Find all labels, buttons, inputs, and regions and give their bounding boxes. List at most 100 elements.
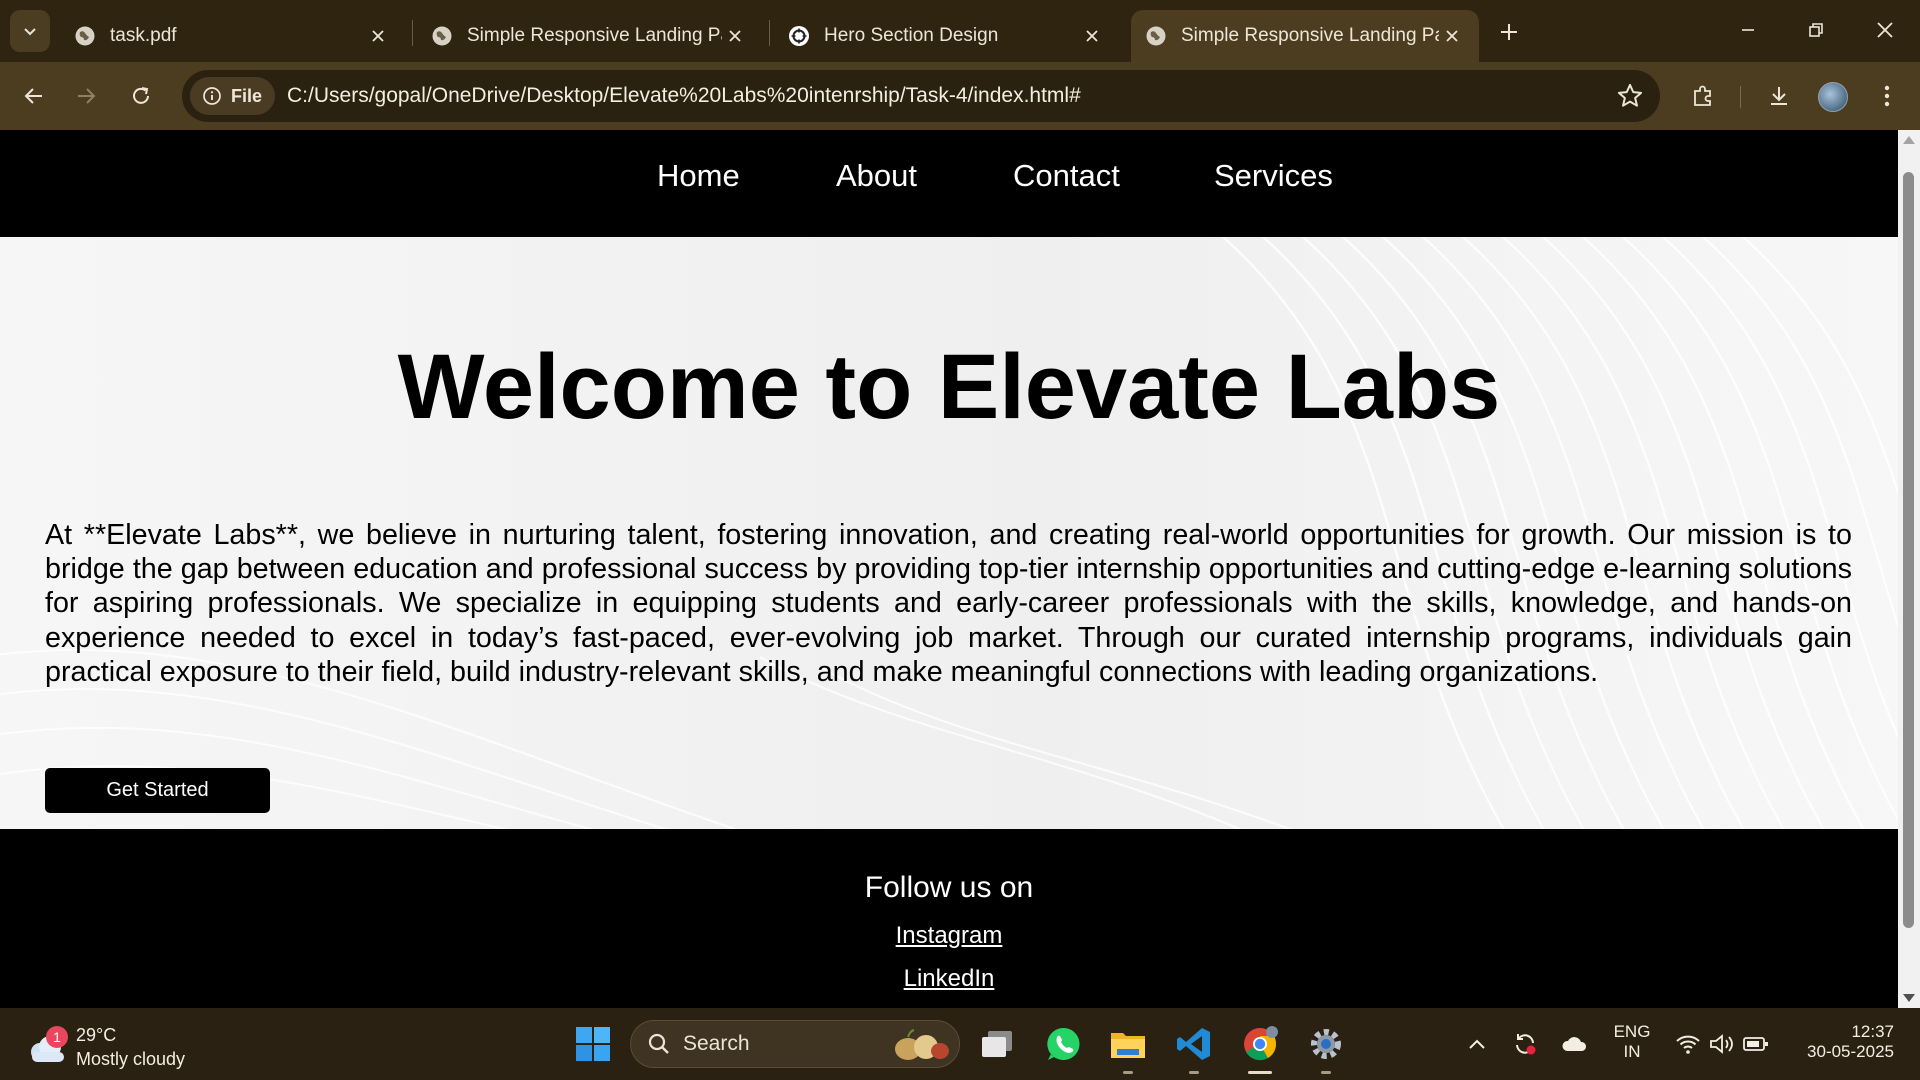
back-button[interactable] bbox=[14, 76, 54, 116]
weather-widget[interactable]: 1 29°C Mostly cloudy bbox=[26, 1020, 216, 1070]
footer-heading: Follow us on bbox=[864, 871, 1034, 904]
kebab-menu-icon bbox=[1884, 85, 1890, 107]
folder-icon bbox=[1111, 1033, 1145, 1058]
site-nav: Home About Contact Services bbox=[0, 130, 1898, 237]
download-icon bbox=[1771, 87, 1787, 105]
arrow-right-icon bbox=[78, 88, 96, 104]
wifi-icon bbox=[1676, 1035, 1700, 1054]
tab-title: Hero Section Design bbox=[824, 25, 999, 46]
tab-title: task.pdf bbox=[110, 25, 177, 46]
downloads-button[interactable] bbox=[1759, 76, 1799, 116]
chrome-icon bbox=[1244, 1026, 1278, 1061]
globe-icon bbox=[75, 26, 95, 46]
show-hidden-icons-button[interactable] bbox=[1457, 1022, 1497, 1066]
globe-icon bbox=[1146, 26, 1166, 46]
clock-date: 30-05-2025 bbox=[1807, 1042, 1894, 1061]
sync-icon bbox=[1516, 1034, 1536, 1055]
gear-icon bbox=[1311, 1029, 1341, 1059]
nav-home-link[interactable]: Home bbox=[657, 158, 740, 194]
close-window-button[interactable] bbox=[1855, 8, 1915, 52]
tab-landing-page-active[interactable]: Simple Responsive Landing Pag bbox=[1131, 10, 1479, 62]
language-indicator[interactable]: ENG IN bbox=[1606, 1022, 1658, 1062]
reload-icon bbox=[133, 87, 149, 104]
taskbar-chrome[interactable] bbox=[1238, 1022, 1282, 1074]
os-taskbar: 1 29°C Mostly cloudy Search ENG IN 12:37… bbox=[0, 1008, 1920, 1080]
notification-badge: 1 bbox=[46, 1026, 68, 1048]
hero-description: At **Elevate Labs**, we believe in nurtu… bbox=[45, 519, 1852, 688]
address-bar[interactable]: File C:/Users/gopal/OneDrive/Desktop/Ele… bbox=[182, 70, 1660, 122]
whatsapp-icon bbox=[1047, 1027, 1080, 1060]
region-code: IN bbox=[1623, 1042, 1641, 1061]
taskbar-whatsapp[interactable] bbox=[1041, 1022, 1085, 1066]
minimize-icon bbox=[1742, 29, 1754, 31]
vscode-icon bbox=[1177, 1028, 1210, 1060]
menu-button[interactable] bbox=[1867, 76, 1907, 116]
taskbar-clock[interactable]: 12:37 30-05-2025 bbox=[1790, 1022, 1894, 1062]
close-tab-icon[interactable] bbox=[1439, 23, 1465, 49]
restore-button[interactable] bbox=[1786, 8, 1846, 52]
linkedin-link[interactable]: LinkedIn bbox=[0, 965, 1898, 993]
extensions-button[interactable] bbox=[1683, 76, 1723, 116]
tab-search-button[interactable] bbox=[10, 10, 50, 52]
restore-icon bbox=[1809, 23, 1823, 37]
taskbar-file-explorer[interactable] bbox=[1106, 1022, 1150, 1074]
search-highlight-icon bbox=[895, 1029, 949, 1060]
minimize-button[interactable] bbox=[1718, 8, 1778, 52]
plus-icon bbox=[1501, 24, 1517, 40]
instagram-link[interactable]: Instagram bbox=[0, 922, 1898, 950]
nav-about-link[interactable]: About bbox=[836, 158, 917, 194]
scrollbar-thumb[interactable] bbox=[1903, 172, 1914, 928]
star-icon[interactable] bbox=[1616, 82, 1644, 110]
chevron-up-icon bbox=[1469, 1039, 1485, 1049]
task-view-icon bbox=[982, 1031, 1012, 1057]
hero-title: Welcome to Elevate Labs bbox=[397, 336, 1501, 438]
site-footer: Follow us on Instagram LinkedIn bbox=[0, 829, 1898, 1008]
volume-icon bbox=[1710, 1034, 1733, 1054]
tab-task-pdf[interactable]: task.pdf bbox=[60, 10, 405, 62]
scroll-up-arrow[interactable] bbox=[1903, 136, 1915, 144]
start-button[interactable] bbox=[571, 1022, 615, 1066]
tray-sync-status[interactable] bbox=[1505, 1022, 1545, 1066]
url-text[interactable]: C:/Users/gopal/OneDrive/Desktop/Elevate%… bbox=[287, 84, 1081, 108]
new-tab-button[interactable] bbox=[1493, 16, 1525, 48]
reload-button[interactable] bbox=[121, 76, 161, 116]
close-tab-icon[interactable] bbox=[1079, 23, 1105, 49]
windows-logo-icon bbox=[576, 1027, 610, 1061]
tab-strip: task.pdf Simple Responsive Landing Pag H… bbox=[0, 0, 1920, 62]
running-indicator bbox=[1189, 1071, 1199, 1074]
toolbar-divider bbox=[1740, 86, 1741, 108]
get-started-button[interactable]: Get Started bbox=[45, 768, 270, 813]
battery-icon bbox=[1743, 1037, 1768, 1051]
task-view-button[interactable] bbox=[975, 1022, 1019, 1066]
taskbar-settings[interactable] bbox=[1304, 1022, 1348, 1074]
site-info-chip[interactable]: File bbox=[190, 77, 276, 115]
info-icon bbox=[203, 87, 221, 105]
close-tab-icon[interactable] bbox=[365, 23, 391, 49]
nav-contact-link[interactable]: Contact bbox=[1013, 158, 1120, 194]
forward-button[interactable] bbox=[66, 76, 106, 116]
globe-icon bbox=[432, 26, 452, 46]
active-indicator bbox=[1248, 1071, 1272, 1074]
profile-avatar[interactable] bbox=[1818, 82, 1848, 112]
tab-landing-page-1[interactable]: Simple Responsive Landing Pag bbox=[417, 10, 762, 62]
running-indicator bbox=[1123, 1071, 1133, 1074]
page-scrollbar[interactable] bbox=[1898, 130, 1920, 1008]
tab-separator bbox=[769, 20, 770, 46]
language-code: ENG bbox=[1613, 1022, 1651, 1041]
tab-title: Simple Responsive Landing Pag bbox=[467, 25, 722, 46]
search-label: Search bbox=[683, 1032, 750, 1055]
arrow-left-icon bbox=[24, 88, 42, 104]
tray-quick-settings[interactable] bbox=[1668, 1022, 1776, 1066]
taskbar-search[interactable]: Search bbox=[630, 1020, 960, 1068]
tab-hero-section-design[interactable]: Hero Section Design bbox=[774, 10, 1119, 62]
tray-onedrive[interactable] bbox=[1555, 1022, 1595, 1066]
running-indicator bbox=[1321, 1071, 1331, 1074]
search-icon bbox=[648, 1033, 669, 1054]
nav-services-link[interactable]: Services bbox=[1214, 158, 1333, 194]
weather-condition: Mostly cloudy bbox=[76, 1049, 186, 1069]
close-tab-icon[interactable] bbox=[722, 23, 748, 49]
browser-toolbar: File C:/Users/gopal/OneDrive/Desktop/Ele… bbox=[0, 62, 1920, 130]
scroll-down-arrow[interactable] bbox=[1903, 994, 1915, 1002]
taskbar-vscode[interactable] bbox=[1172, 1022, 1216, 1074]
page-viewport: Home About Contact Services Welcome to E… bbox=[0, 130, 1898, 1008]
